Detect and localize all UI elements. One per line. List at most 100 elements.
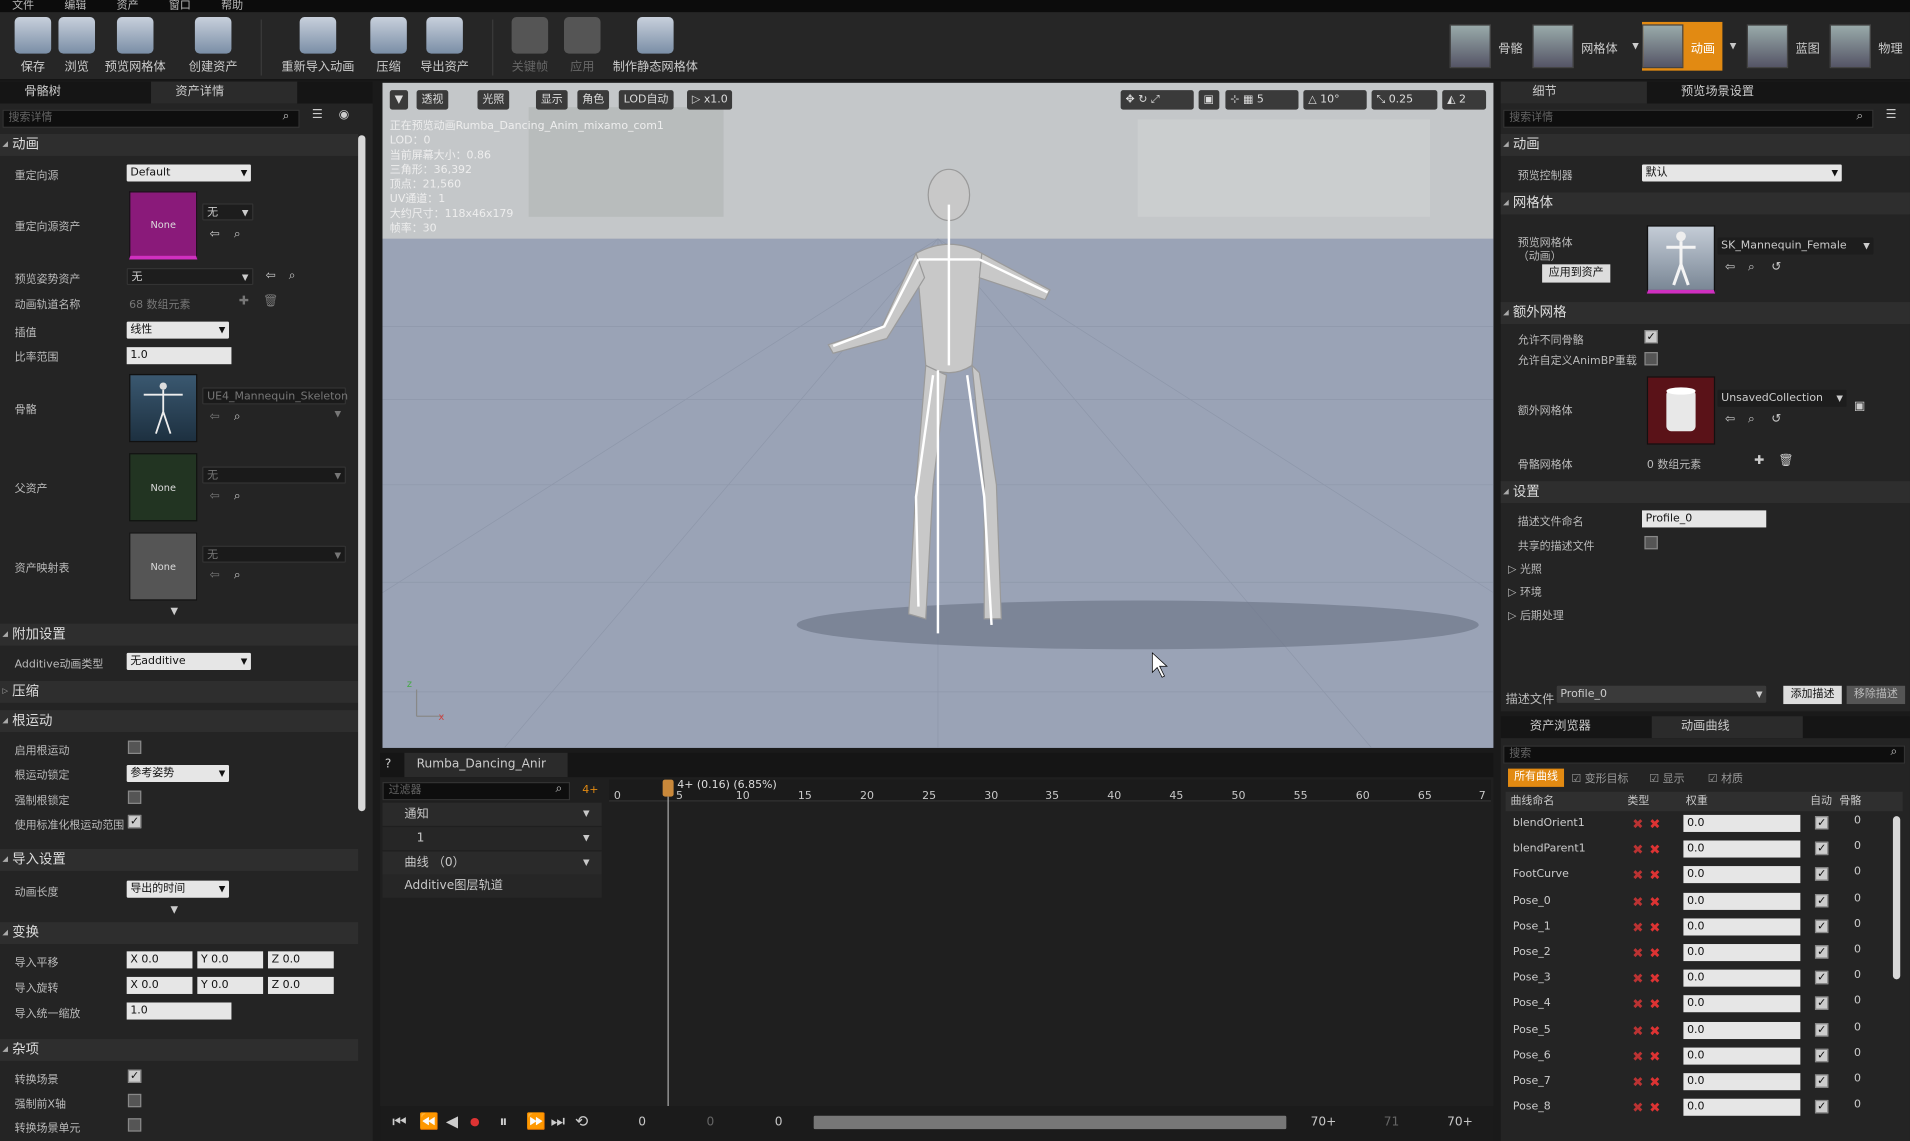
right-search-input[interactable]: 搜索详情 [1503,109,1874,128]
curve-weight-input[interactable]: 0.0 [1683,866,1801,884]
morph-type-icon[interactable]: ✖ [1632,919,1643,935]
expand-advanced-icon[interactable]: ▼ [171,904,178,915]
reimport-button[interactable]: 重新导入动画 [278,15,358,78]
retarget-asset-thumbnail[interactable]: None [129,191,198,260]
curve-weight-input[interactable]: 0.0 [1683,918,1801,936]
browse-asset-icon[interactable]: ⌕ [234,569,241,582]
apply-button[interactable]: 应用 [549,15,615,78]
section-compression[interactable]: 压缩 [0,680,359,703]
morph-type-icon[interactable]: ✖ [1632,868,1643,884]
enable-root-motion-checkbox[interactable] [127,740,142,755]
filter-show[interactable]: ☑ 显示 [1649,770,1684,785]
use-selected-icon[interactable]: ⇦ [210,410,220,423]
curve-row[interactable]: blendOrient1 ✖ ✖ 0.0 ✓ 0 [1506,812,1896,838]
skeleton-thumbnail[interactable] [129,373,198,443]
curve-auto-checkbox[interactable]: ✓ [1814,893,1829,907]
tab-animation-sequence[interactable]: Rumba_Dancing_Anir [404,752,568,778]
curve-weight-input[interactable]: 0.0 [1683,969,1801,987]
mode-physics[interactable]: 物理 [1829,22,1903,71]
tab-details[interactable]: 细节 [1500,81,1647,104]
allow-custom-animbp-checkbox[interactable] [1644,352,1658,366]
material-type-icon[interactable]: ✖ [1649,868,1660,884]
timeline-filter-input[interactable]: 过滤器 [382,782,571,801]
browse-asset-icon[interactable]: ⌕ [234,490,241,503]
additive-type-dropdown[interactable]: 无additive [126,652,251,670]
extra-mesh-dropdown[interactable]: UnsavedCollection [1717,389,1847,407]
morph-type-icon[interactable]: ✖ [1632,1049,1643,1065]
make-static-mesh-button[interactable]: 制作静态网格体 [609,15,702,78]
morph-type-icon[interactable]: ✖ [1632,997,1643,1013]
curve-row[interactable]: Pose_6 ✖ ✖ 0.0 ✓ 0 [1506,1045,1896,1071]
menu-help[interactable]: 帮助 [221,0,243,12]
curve-weight-input[interactable]: 0.0 [1683,944,1801,962]
force-front-x-checkbox[interactable] [127,1093,142,1108]
viewport-options-button[interactable]: ▼ [389,90,408,110]
material-type-icon[interactable]: ✖ [1649,945,1660,961]
section-settings[interactable]: 设置 [1500,481,1910,504]
curve-auto-checkbox[interactable]: ✓ [1814,1022,1829,1037]
section-additional-settings[interactable]: 附加设置 [0,623,359,646]
expand-advanced-icon[interactable]: ▼ [171,605,178,616]
filter-morph-targets[interactable]: ☑ 变形目标 [1571,770,1628,785]
reset-icon[interactable]: ↺ [1771,261,1781,274]
curve-auto-checkbox[interactable]: ✓ [1814,816,1829,830]
menu-edit[interactable]: 编辑 [64,0,86,12]
asset-mapping-dropdown[interactable]: 无 [202,545,346,564]
material-type-icon[interactable]: ✖ [1649,971,1660,987]
curve-auto-checkbox[interactable]: ✓ [1814,971,1829,985]
camera-icon[interactable]: ▣ [1198,90,1219,110]
material-type-icon[interactable]: ✖ [1649,1074,1660,1090]
use-selected-icon[interactable]: ⇦ [266,269,276,282]
morph-type-icon[interactable]: ✖ [1632,1100,1643,1116]
curve-auto-checkbox[interactable]: ✓ [1814,1074,1829,1088]
curve-auto-checkbox[interactable]: ✓ [1814,867,1829,882]
trash-icon[interactable]: 🗑 [1778,454,1793,467]
playhead-handle[interactable] [662,779,674,797]
jump-to-end-icon[interactable]: ⏭ [551,1113,565,1131]
curve-row[interactable]: Pose_4 ✖ ✖ 0.0 ✓ 0 [1506,993,1896,1019]
add-icon[interactable]: ✚ [1754,454,1764,467]
translation-x-input[interactable]: X 0.0 [126,951,193,969]
curve-weight-input[interactable]: 0.0 [1683,892,1801,910]
curve-auto-checkbox[interactable]: ✓ [1814,841,1829,856]
morph-type-icon[interactable]: ✖ [1632,894,1643,910]
curve-row[interactable]: Pose_5 ✖ ✖ 0.0 ✓ 0 [1506,1019,1896,1045]
lit-button[interactable]: 光照 [477,90,510,110]
curve-weight-input[interactable]: 0.0 [1683,1073,1801,1091]
menu-window[interactable]: 窗口 [169,0,191,12]
timeline-scrollbar[interactable] [813,1115,1287,1130]
curve-weight-input[interactable]: 0.0 [1683,1021,1801,1039]
loop-icon[interactable]: ⟲ [575,1113,588,1131]
pause-icon[interactable]: ⏸ [499,1113,507,1131]
curve-row[interactable]: Pose_2 ✖ ✖ 0.0 ✓ 0 [1506,942,1896,968]
section-mesh[interactable]: 网格体 [1500,192,1910,215]
morph-type-icon[interactable]: ✖ [1632,945,1643,961]
track-curves[interactable]: 曲线 （0） ▼ [382,851,602,875]
time-ruler[interactable]: 0 5 10 15 20 25 30 35 40 45 50 55 60 65 … [609,779,1491,803]
curve-row[interactable]: Pose_1 ✖ ✖ 0.0 ✓ 0 [1506,916,1896,942]
track-notifies[interactable]: 通知 ▼ [382,802,602,826]
help-icon[interactable]: ? [385,758,391,771]
material-type-icon[interactable]: ✖ [1649,894,1660,910]
tab-preview-scene-settings[interactable]: 预览场景设置 [1652,82,1803,104]
rate-scale-input[interactable]: 1.0 [126,347,232,365]
curve-row[interactable]: Pose_0 ✖ ✖ 0.0 ✓ 0 [1506,890,1896,916]
profile-name-input[interactable]: Profile_0 [1641,510,1767,528]
use-selected-icon[interactable]: ⇦ [210,228,220,241]
browse-asset-icon[interactable]: ⌕ [234,228,241,241]
material-type-icon[interactable]: ✖ [1649,919,1660,935]
remove-profile-button[interactable]: 移除描述 [1846,685,1906,705]
apply-to-asset-button[interactable]: 应用到资产 [1542,264,1611,283]
rotation-y-input[interactable]: Y 0.0 [197,976,264,994]
retarget-source-dropdown[interactable]: Default [126,164,251,182]
mode-skeleton[interactable]: 骨骼 [1449,22,1523,71]
tab-skeleton-tree[interactable]: 骨骼树 [0,82,146,104]
skeleton-dropdown[interactable]: UE4_Mannequin_Skeleton [202,387,348,423]
morph-type-icon[interactable]: ✖ [1632,816,1643,832]
curves-search-input[interactable]: 搜索 [1503,745,1906,764]
trash-icon[interactable]: 🗑 [263,295,278,308]
section-root-motion[interactable]: 根运动 [0,710,359,733]
curve-row[interactable]: Pose_7 ✖ ✖ 0.0 ✓ 0 [1506,1071,1896,1097]
material-type-icon[interactable]: ✖ [1649,842,1660,858]
menu-file[interactable]: 文件 [12,0,34,12]
